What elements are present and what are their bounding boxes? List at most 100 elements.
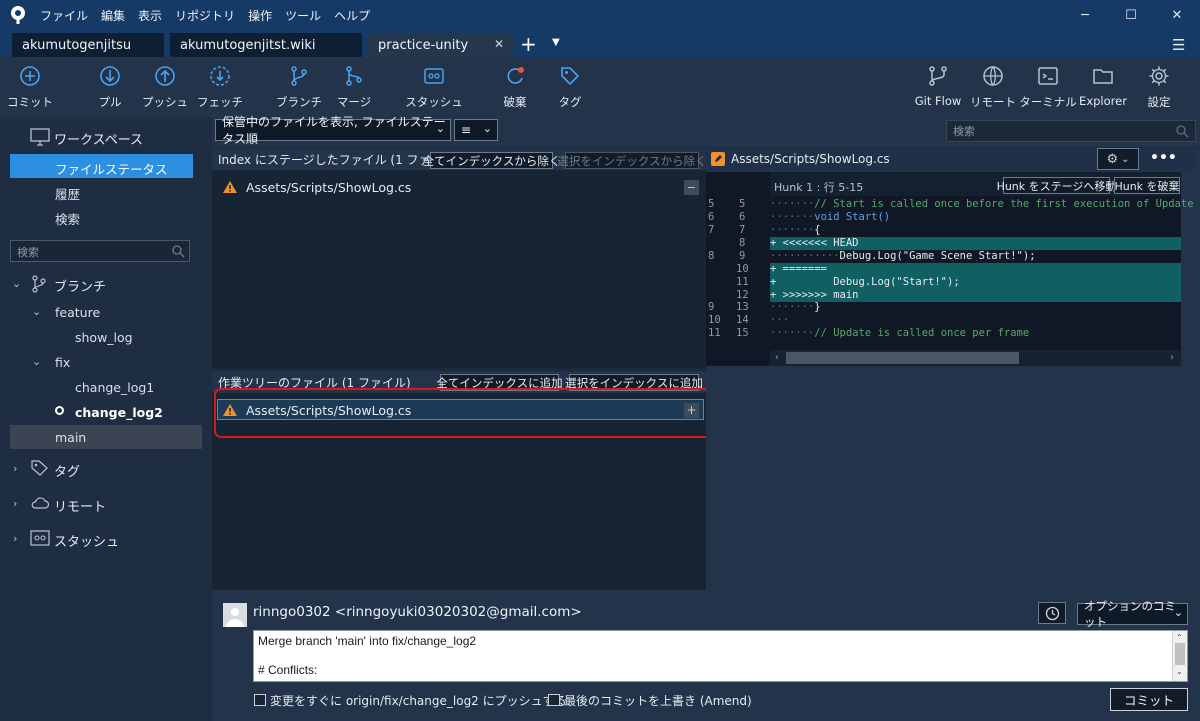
amend-label[interactable]: 最後のコミットを上書き (Amend) xyxy=(564,692,752,709)
commit-toolbar-button[interactable]: コミット xyxy=(0,64,60,110)
branch-change-log2[interactable]: change_log2 xyxy=(75,405,163,420)
merge-toolbar-button[interactable]: マージ xyxy=(324,64,384,110)
commit-options-value: オプションのコミット xyxy=(1084,599,1176,629)
menu-repository[interactable]: リポジトリ xyxy=(175,7,235,24)
gitflow-icon xyxy=(929,66,947,86)
diff-line-added: + Debug.Log("Start!"); xyxy=(770,276,1181,289)
tab-list-chevron-icon[interactable]: ▼ xyxy=(552,37,560,48)
discard-hunk-button[interactable]: Hunk を破棄 xyxy=(1114,177,1180,194)
highlight-annotation-box xyxy=(214,388,712,438)
unstage-file-minus-icon[interactable]: − xyxy=(684,180,699,195)
menu-actions[interactable]: 操作 xyxy=(248,7,272,24)
discard-toolbar-button[interactable]: 破棄 xyxy=(485,64,545,110)
remotes-chevron-right-icon[interactable]: › xyxy=(13,497,17,510)
scroll-up-icon[interactable]: ⌃ xyxy=(1176,633,1183,642)
menu-tools[interactable]: ツール xyxy=(285,7,321,24)
menu-help[interactable]: ヘルプ xyxy=(334,7,370,24)
indent-dots: ······· xyxy=(770,198,815,210)
remote-toolbar-button[interactable]: リモート xyxy=(963,64,1023,110)
toolbar-label: マージ xyxy=(336,95,372,109)
hunk-title: Hunk 1 : 行 5-15 xyxy=(774,181,864,194)
diff-line-text: Debug.Log("Game Scene Start!"); xyxy=(839,250,1036,262)
file-filter-dropdown[interactable]: 保管中のファイルを表示, ファイルステータス順 ⌄ xyxy=(215,115,451,146)
gitflow-toolbar-button[interactable]: Git Flow xyxy=(908,64,968,108)
minimize-button[interactable]: ─ xyxy=(1062,0,1108,31)
file-search-input[interactable]: 検索 xyxy=(946,120,1196,142)
unstage-all-button[interactable]: 全てインデックスから除く xyxy=(423,152,560,169)
feature-chevron-down-icon[interactable]: ⌄ xyxy=(32,305,41,318)
branch-icon xyxy=(291,66,307,86)
branch-folder-fix[interactable]: fix xyxy=(55,355,70,370)
push-immediately-label[interactable]: 変更をすぐに origin/fix/change_log2 にプッシュする xyxy=(270,692,567,709)
commit-history-button[interactable] xyxy=(1038,602,1066,624)
tab-practice-unity[interactable]: practice-unity ✕ xyxy=(368,33,513,57)
more-options-icon[interactable]: ••• xyxy=(1150,150,1177,166)
sidebar-item-file-status[interactable]: ファイルステータス xyxy=(55,159,168,178)
indent-dots: ······· xyxy=(770,301,815,313)
menu-file[interactable]: ファイル xyxy=(40,7,88,24)
tab-akumutogenjitst-wiki[interactable]: akumutogenjitst.wiki xyxy=(170,33,362,57)
diff-settings-button[interactable]: ⚙ ⌄ xyxy=(1097,148,1139,170)
commit-scroll-thumb[interactable] xyxy=(1175,643,1185,665)
globe-icon xyxy=(983,66,1003,86)
settings-toolbar-button[interactable]: 設定 xyxy=(1129,64,1189,110)
branch-folder-feature[interactable]: feature xyxy=(55,305,100,320)
sidebar-item-search[interactable]: 検索 xyxy=(55,209,80,228)
explorer-toolbar-button[interactable]: Explorer xyxy=(1073,64,1133,108)
terminal-toolbar-button[interactable]: ターミナル xyxy=(1018,64,1078,110)
branches-chevron-down-icon[interactable]: ⌄ xyxy=(12,277,21,290)
push-immediately-checkbox[interactable] xyxy=(254,694,266,706)
gear-icon: ⚙ xyxy=(1106,151,1119,167)
staged-file-row[interactable]: Assets/Scripts/ShowLog.cs xyxy=(222,179,702,195)
sidebar-search-input[interactable]: 検索 xyxy=(10,240,190,262)
stash-chevron-right-icon[interactable]: › xyxy=(13,532,17,545)
hamburger-menu-icon[interactable]: ☰ xyxy=(1172,36,1185,54)
diff-scroll-thumb[interactable] xyxy=(786,352,1019,364)
commit-options-dropdown[interactable]: オプションのコミット ⌄ xyxy=(1077,599,1188,629)
branch-toolbar-button[interactable]: ブランチ xyxy=(269,64,329,110)
commit-button[interactable]: コミット xyxy=(1110,688,1188,711)
tag-toolbar-button[interactable]: タグ xyxy=(540,64,600,110)
tags-chevron-right-icon[interactable]: › xyxy=(13,462,17,475)
indent-dots: ······· xyxy=(770,224,815,236)
view-mode-dropdown[interactable]: ≡ ⌄ xyxy=(454,119,498,141)
commit-message-input[interactable]: Merge branch 'main' into fix/change_log2… xyxy=(253,630,1188,682)
scroll-right-icon[interactable]: › xyxy=(1170,352,1174,363)
diff-new-line-number: 9 xyxy=(739,250,746,262)
diff-new-line-number: 14 xyxy=(736,314,749,326)
clock-icon xyxy=(1045,606,1060,621)
diff-old-line-number: 6 xyxy=(708,211,715,223)
commit-message-scrollbar[interactable]: ⌃ ⌄ xyxy=(1172,631,1187,681)
arrow-up-circle-icon xyxy=(155,66,175,86)
workspace-header[interactable]: ワークスペース xyxy=(54,129,143,148)
sidebar-item-history[interactable]: 履歴 xyxy=(55,184,80,203)
branch-show-log[interactable]: show_log xyxy=(75,330,133,345)
unstage-selected-button[interactable]: 選択をインデックスから除く xyxy=(557,152,707,169)
menu-view[interactable]: 表示 xyxy=(138,7,162,24)
diff-new-line-number: 6 xyxy=(739,211,746,223)
scroll-down-icon[interactable]: ⌄ xyxy=(1176,667,1183,676)
tab-close-icon[interactable]: ✕ xyxy=(494,37,504,51)
file-filter-value: 保管中のファイルを表示, ファイルステータス順 xyxy=(222,115,446,146)
maximize-button[interactable]: ☐ xyxy=(1108,0,1154,31)
branch-change-log1[interactable]: change_log1 xyxy=(75,380,154,395)
tags-header[interactable]: タグ xyxy=(54,461,80,480)
remotes-header[interactable]: リモート xyxy=(54,496,106,515)
stash-toolbar-button[interactable]: スタッシュ xyxy=(404,64,464,110)
stash-header[interactable]: スタッシュ xyxy=(54,531,119,550)
edit-file-icon xyxy=(711,152,725,166)
close-window-button[interactable]: ✕ xyxy=(1154,0,1200,31)
push-toolbar-button[interactable]: プッシュ xyxy=(135,64,195,110)
branch-main[interactable]: main xyxy=(55,430,86,445)
menu-edit[interactable]: 編集 xyxy=(101,7,125,24)
new-tab-icon[interactable]: + xyxy=(520,33,537,55)
fix-chevron-down-icon[interactable]: ⌄ xyxy=(32,355,41,368)
fetch-toolbar-button[interactable]: フェッチ xyxy=(190,64,250,110)
tab-akumutogenjitsu[interactable]: akumutogenjitsu xyxy=(12,33,164,57)
amend-checkbox[interactable] xyxy=(548,694,560,706)
diff-line: ···········Debug.Log("Game Scene Start!"… xyxy=(770,250,1036,263)
stage-hunk-button[interactable]: Hunk をステージへ移動 xyxy=(997,177,1116,194)
branches-header[interactable]: ブランチ xyxy=(54,276,106,295)
scroll-left-icon[interactable]: ‹ xyxy=(775,352,779,363)
pull-toolbar-button[interactable]: プル xyxy=(80,64,140,110)
